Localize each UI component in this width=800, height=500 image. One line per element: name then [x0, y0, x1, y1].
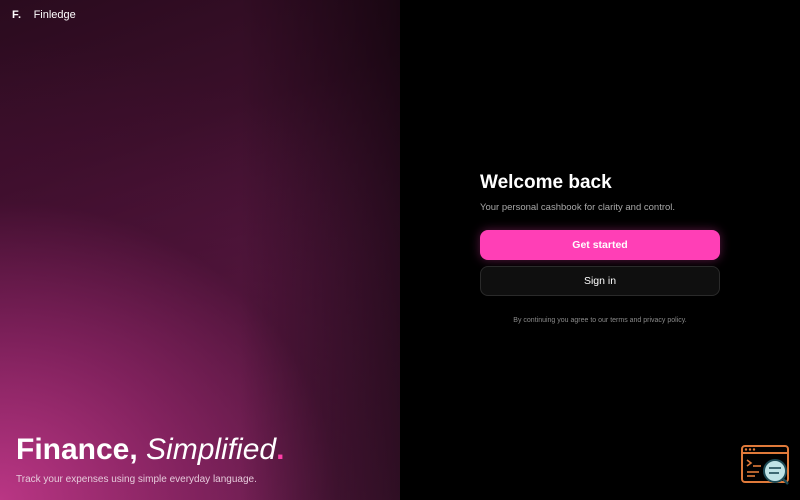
sign-in-button[interactable]: Sign in	[480, 266, 720, 296]
code-window-icon[interactable]	[741, 445, 791, 487]
auth-panel: Welcome back Your personal cashbook for …	[400, 0, 800, 500]
brand-name: Finledge	[33, 9, 76, 21]
legal-notice: By continuing you agree to our terms and…	[513, 317, 687, 324]
hero-panel: F. Finledge Finance, Simplified. Track y…	[0, 0, 400, 500]
hero: Finance, Simplified. Track your expenses…	[16, 432, 284, 485]
auth-card: Welcome back Your personal cashbook for …	[480, 172, 720, 324]
auth-tagline: Your personal cashbook for clarity and c…	[480, 202, 676, 213]
brand[interactable]: F. Finledge	[12, 9, 76, 21]
hero-subtitle: Track your expenses using simple everyda…	[16, 474, 257, 485]
hero-title-dot: .	[276, 433, 285, 466]
brand-logo: F.	[12, 9, 22, 21]
code-window-icon-svg	[741, 445, 789, 485]
hero-title-strong: Finance,	[16, 433, 138, 466]
hero-title: Finance, Simplified.	[16, 432, 284, 468]
auth-heading: Welcome back	[480, 172, 612, 193]
get-started-button[interactable]: Get started	[480, 230, 720, 260]
hero-title-italic: Simplified	[146, 433, 277, 466]
